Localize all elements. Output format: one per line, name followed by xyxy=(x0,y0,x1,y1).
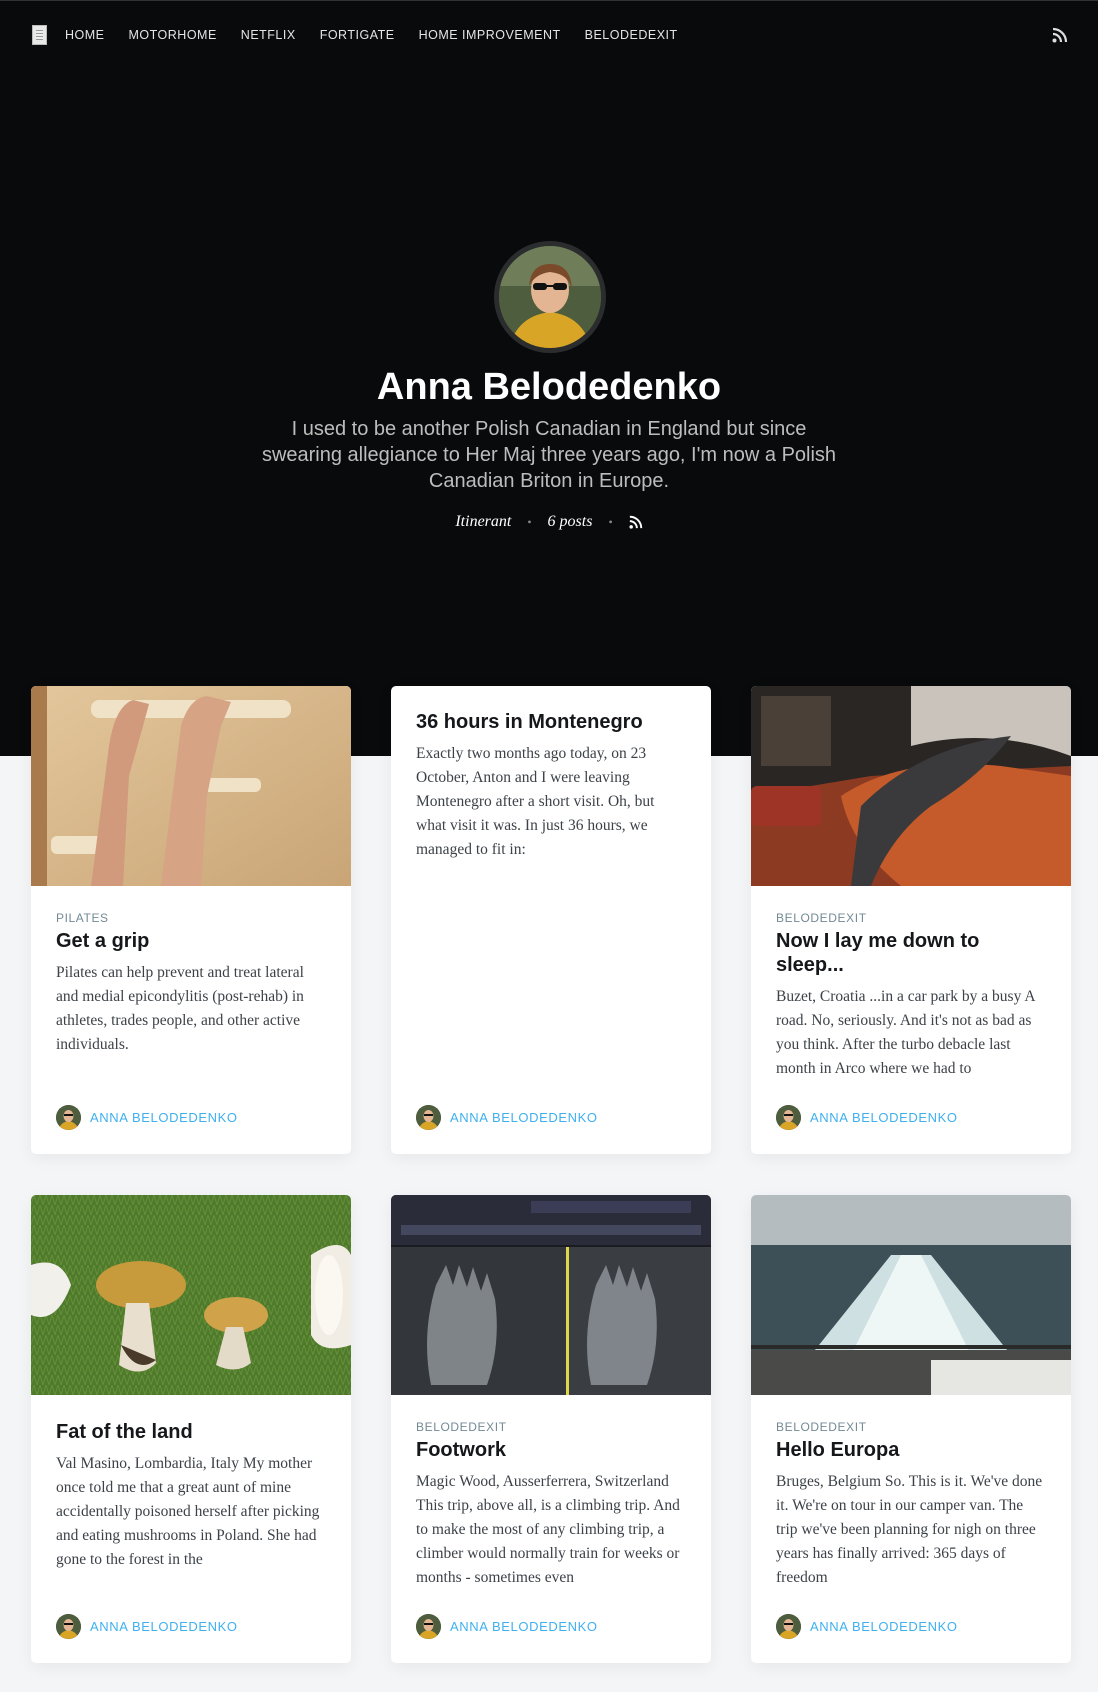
author-avatar-small xyxy=(416,1105,441,1130)
author-avatar-small xyxy=(416,1614,441,1639)
nav-home[interactable]: HOME xyxy=(65,28,105,42)
author-name-link[interactable]: ANNA BELODEDENKO xyxy=(90,1110,238,1125)
author-avatar-small xyxy=(56,1614,81,1639)
author-name-link[interactable]: ANNA BELODEDENKO xyxy=(810,1619,958,1634)
post-tag[interactable]: BELODEDEXIT xyxy=(776,1420,1046,1434)
meta-separator: • xyxy=(608,514,613,529)
post-image[interactable] xyxy=(751,1195,1071,1395)
nav-belodedexit[interactable]: BELODEDEXIT xyxy=(585,28,678,42)
nav-fortigate[interactable]: FORTIGATE xyxy=(320,28,395,42)
author-meta: Itinerant • 6 posts • xyxy=(0,513,1098,531)
post-title[interactable]: Now I lay me down to sleep... xyxy=(776,929,1046,977)
post-title[interactable]: Get a grip xyxy=(56,929,326,953)
author-avatar-small xyxy=(776,1105,801,1130)
post-card[interactable]: 36 hours in Montenegro Exactly two month… xyxy=(391,686,711,1154)
author-name-link[interactable]: ANNA BELODEDENKO xyxy=(90,1619,238,1634)
post-image[interactable] xyxy=(751,686,1071,886)
nav-home-improvement[interactable]: HOME IMPROVEMENT xyxy=(419,28,561,42)
author-bio: I used to be another Polish Canadian in … xyxy=(261,418,837,492)
author-avatar-small xyxy=(56,1105,81,1130)
post-card[interactable]: BELODEDEXIT Footwork Magic Wood, Ausserf… xyxy=(391,1195,711,1663)
post-excerpt: Bruges, Belgium So. This is it. We've do… xyxy=(776,1473,1043,1586)
post-card[interactable]: Fat of the land Val Masino, Lombardia, I… xyxy=(31,1195,351,1663)
site-logo[interactable] xyxy=(32,25,47,45)
author-name-link[interactable]: ANNA BELODEDENKO xyxy=(450,1619,598,1634)
post-author[interactable]: ANNA BELODEDENKO xyxy=(56,1614,238,1639)
post-image[interactable] xyxy=(391,1195,711,1395)
post-excerpt: Exactly two months ago today, on 23 Octo… xyxy=(416,745,655,858)
author-name: Anna Belodedenko xyxy=(376,366,722,408)
post-tag[interactable]: BELODEDEXIT xyxy=(416,1420,686,1434)
post-card[interactable]: PILATES Get a grip Pilates can help prev… xyxy=(31,686,351,1154)
rss-icon[interactable] xyxy=(1052,27,1068,43)
post-author[interactable]: ANNA BELODEDENKO xyxy=(776,1105,958,1130)
post-card[interactable]: BELODEDEXIT Now I lay me down to sleep..… xyxy=(751,686,1071,1154)
meta-separator: • xyxy=(527,514,532,529)
post-title[interactable]: Footwork xyxy=(416,1438,686,1462)
post-author[interactable]: ANNA BELODEDENKO xyxy=(776,1614,958,1639)
post-excerpt: Buzet, Croatia ...in a car park by a bus… xyxy=(776,988,1035,1077)
post-title[interactable]: 36 hours in Montenegro xyxy=(416,710,686,734)
nav-motorhome[interactable]: MOTORHOME xyxy=(129,28,217,42)
author-name-link[interactable]: ANNA BELODEDENKO xyxy=(450,1110,598,1125)
author-avatar-small xyxy=(776,1614,801,1639)
post-excerpt: Val Masino, Lombardia, Italy My mother o… xyxy=(56,1455,320,1568)
nav-netflix[interactable]: NETFLIX xyxy=(241,28,296,42)
rss-icon[interactable] xyxy=(629,515,643,529)
author-name-link[interactable]: ANNA BELODEDENKO xyxy=(810,1110,958,1125)
post-tag[interactable]: BELODEDEXIT xyxy=(776,911,1046,925)
author-post-count: 6 posts xyxy=(547,513,593,530)
post-tag[interactable]: PILATES xyxy=(56,911,326,925)
post-author[interactable]: ANNA BELODEDENKO xyxy=(416,1614,598,1639)
author-avatar xyxy=(494,241,606,353)
post-excerpt: Magic Wood, Ausserferrera, Switzerland T… xyxy=(416,1473,680,1586)
post-author[interactable]: ANNA BELODEDENKO xyxy=(56,1105,238,1130)
post-image[interactable] xyxy=(31,686,351,886)
post-title[interactable]: Hello Europa xyxy=(776,1438,1046,1462)
top-nav: HOME MOTORHOME NETFLIX FORTIGATE HOME IM… xyxy=(0,1,1098,69)
author-location: Itinerant xyxy=(455,513,512,530)
post-image[interactable] xyxy=(31,1195,351,1395)
post-excerpt: Pilates can help prevent and treat later… xyxy=(56,964,304,1053)
post-card[interactable]: BELODEDEXIT Hello Europa Bruges, Belgium… xyxy=(751,1195,1071,1663)
post-title[interactable]: Fat of the land xyxy=(56,1420,326,1444)
post-author[interactable]: ANNA BELODEDENKO xyxy=(416,1105,598,1130)
site-header: HOME MOTORHOME NETFLIX FORTIGATE HOME IM… xyxy=(0,0,1098,756)
